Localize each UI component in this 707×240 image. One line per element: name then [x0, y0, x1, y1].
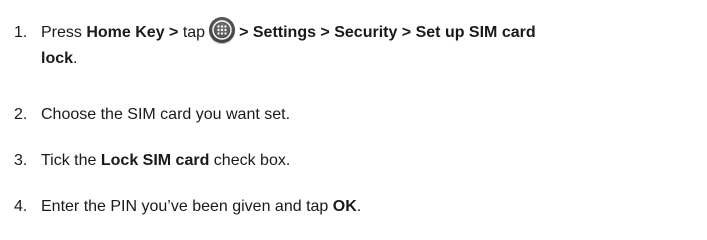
- step-number: 2.: [14, 106, 28, 123]
- step-number: 1.: [14, 24, 28, 41]
- step-bold-text: Lock SIM card: [100, 152, 210, 169]
- step-text: Tick the: [41, 152, 101, 169]
- step-2: 2. Choose the SIM card you want set.: [14, 104, 701, 126]
- step-number: 4.: [14, 198, 28, 215]
- instruction-steps: 1. Press Home Key > tap > Settings > Secu…: [0, 0, 707, 240]
- step-text: Choose the SIM card you want set.: [41, 106, 291, 123]
- step-text: .: [73, 50, 78, 67]
- step-bold-text: lock: [41, 50, 74, 67]
- step-bold-text: Home Key >: [86, 24, 179, 41]
- step-text: tap: [178, 24, 206, 41]
- step-1: 1. Press Home Key > tap > Settings > Secu…: [14, 17, 701, 44]
- step-text: Enter the PIN you’ve been given and tap: [41, 198, 333, 215]
- step-bold-text: OK: [332, 198, 357, 215]
- step-bold-text: > Settings > Security > Set up SIM card: [239, 24, 536, 41]
- step-4: 4. Enter the PIN you’ve been given and ta…: [14, 196, 701, 218]
- step-1-continued: lock.: [41, 48, 77, 70]
- step-text: Press: [41, 24, 87, 41]
- step-text: .: [356, 198, 362, 215]
- step-3: 3. Tick the Lock SIM card check box.: [14, 150, 701, 172]
- apps-grid-icon: [209, 17, 236, 43]
- step-text: check box.: [209, 152, 291, 169]
- step-number: 3.: [14, 152, 28, 169]
